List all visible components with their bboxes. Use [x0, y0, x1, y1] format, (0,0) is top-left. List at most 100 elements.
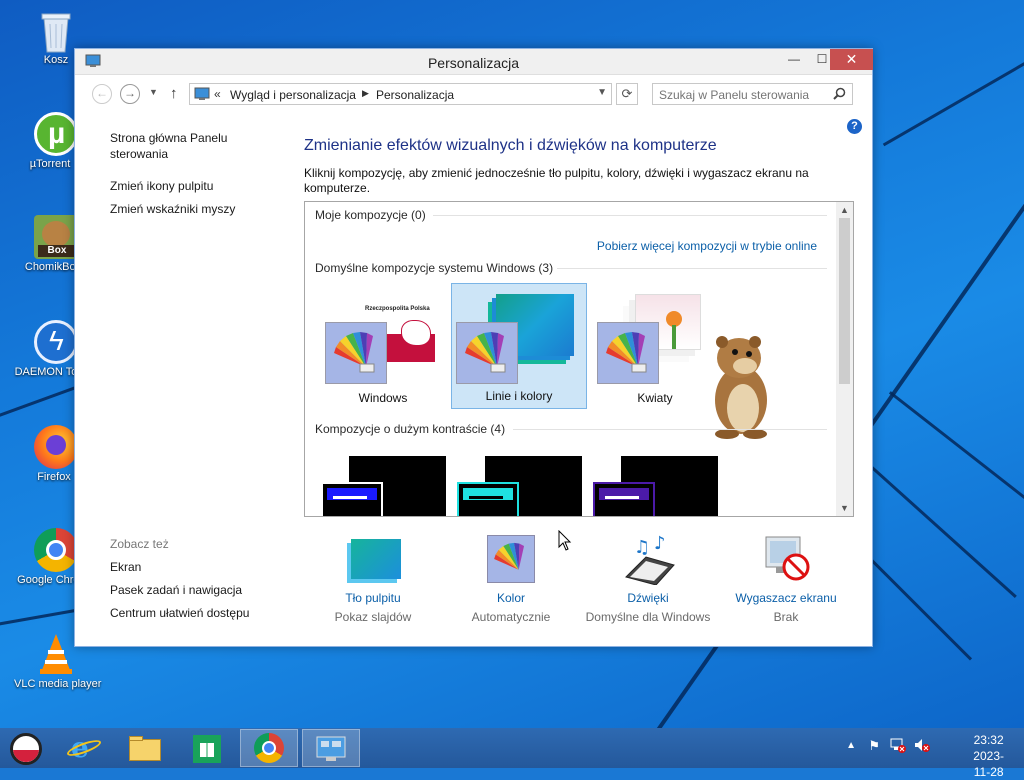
- default-themes-heading: Domyślne kompozycje systemu Windows (3): [315, 261, 554, 275]
- theme-high-contrast-3[interactable]: [593, 456, 718, 516]
- theme-preview: [456, 294, 576, 384]
- breadcrumb-separator-icon[interactable]: ▶: [362, 88, 369, 99]
- screensaver-link[interactable]: Wygaszacz ekranu: [716, 589, 856, 607]
- hc-preview-window: [457, 482, 519, 516]
- group-divider: [513, 429, 827, 430]
- page-heading: Zmienianie efektów wizualnych i dźwięków…: [304, 137, 717, 154]
- theme-flowers[interactable]: Kwiaty: [587, 284, 723, 410]
- breadcrumb-personalization[interactable]: Personalizacja: [376, 88, 454, 102]
- group-divider: [433, 215, 827, 216]
- svg-text:♫: ♫: [634, 537, 650, 558]
- wallpaper-line: [870, 559, 973, 661]
- refresh-button[interactable]: ⟳: [616, 83, 638, 105]
- taskbar-clock[interactable]: 23:32 2023-11-28: [973, 732, 1004, 780]
- theme-high-contrast-2[interactable]: [457, 456, 582, 516]
- scroll-up-arrow-icon[interactable]: ▲: [836, 205, 853, 215]
- group-divider: [557, 268, 827, 269]
- hc-preview-window: [593, 482, 655, 516]
- vlc-icon: [34, 632, 78, 676]
- utorrent-icon: µ: [34, 112, 78, 156]
- control-panel-icon: [316, 736, 346, 761]
- help-icon[interactable]: ?: [847, 119, 862, 134]
- theme-preview: Rzeczpospolita Polska: [325, 294, 439, 384]
- instructions-text: Kliknij kompozycję, aby zmienić jednocze…: [304, 166, 809, 195]
- screensaver-icon: [756, 533, 816, 585]
- desktop-background-value: Pokaz slajdów: [334, 610, 412, 624]
- display-link[interactable]: Ekran: [110, 559, 141, 575]
- svg-text:♪: ♪: [654, 533, 666, 554]
- control-panel-home-link[interactable]: Strona główna Panelu sterowania: [110, 130, 250, 162]
- theme-label: Linie i kolory: [485, 389, 553, 403]
- breadcrumb-appearance[interactable]: Wygląd i personalizacja: [230, 88, 356, 102]
- internet-explorer-icon[interactable]: e: [56, 729, 114, 767]
- control-panel-taskbar-button[interactable]: [302, 729, 360, 767]
- themes-scrollbar[interactable]: ▲ ▼: [836, 202, 853, 516]
- color-value: Automatycznie: [471, 610, 551, 624]
- wallpaper-caption: Rzeczpospolita Polska: [365, 306, 430, 312]
- sounds-setting[interactable]: ♫ ♪ Dźwięki Domyślne dla Windows: [578, 533, 718, 627]
- window-title: Personalizacja: [427, 55, 520, 71]
- close-button[interactable]: ✕: [830, 49, 873, 70]
- color-link[interactable]: Kolor: [441, 589, 581, 607]
- up-button[interactable]: ↑: [170, 85, 178, 102]
- see-also-heading: Zobacz też: [110, 537, 169, 551]
- color-palette-icon: [456, 322, 518, 384]
- theme-lines-and-colors[interactable]: Linie i kolory: [451, 283, 587, 409]
- scroll-thumb[interactable]: [839, 218, 850, 384]
- hamster-mascot-image: [705, 330, 777, 442]
- desktop-background-icon: [343, 533, 403, 585]
- desktop-background-link[interactable]: Tło pulpitu: [303, 589, 443, 607]
- search-box[interactable]: [652, 83, 853, 105]
- taskbar: e ▲ ⚑ 23:32 2023-11-28: [0, 728, 1024, 779]
- change-mouse-pointers-link[interactable]: Zmień wskaźniki myszy: [110, 201, 235, 217]
- search-input[interactable]: [659, 85, 829, 104]
- network-disconnected-icon[interactable]: [890, 737, 906, 753]
- desktop-icon-label: VLC media player: [14, 678, 102, 690]
- firefox-icon: [34, 425, 78, 469]
- address-overflow-chevron[interactable]: «: [214, 87, 221, 101]
- wallpaper-line: [882, 53, 1024, 147]
- clock-time: 23:32: [973, 733, 1004, 747]
- forward-button[interactable]: →: [120, 84, 140, 104]
- sounds-icon: ♫ ♪: [618, 533, 678, 586]
- navigation-bar: ← → ▼ ↑ « Wygląd i personalizacja ▶ Pers…: [75, 75, 872, 111]
- hc-preview-window: [321, 482, 383, 516]
- recycle-bin-icon: [34, 8, 78, 53]
- minimize-button[interactable]: —: [780, 49, 808, 70]
- change-desktop-icons-link[interactable]: Zmień ikony pulpitu: [110, 178, 213, 194]
- personalization-window: Personalizacja — ☐ ✕ ← → ▼ ↑ « Wygląd i …: [74, 48, 873, 647]
- title-bar[interactable]: Personalizacja — ☐ ✕: [75, 49, 873, 75]
- themes-list[interactable]: Moje kompozycje (0) Pobierz więcej kompo…: [304, 201, 854, 517]
- action-center-flag-icon[interactable]: ⚑: [868, 738, 880, 754]
- wallpaper-line: [888, 391, 1024, 529]
- theme-preview: [597, 294, 711, 384]
- chrome-taskbar-button[interactable]: [240, 729, 298, 767]
- color-palette-icon: [481, 533, 541, 585]
- theme-high-contrast-1[interactable]: [321, 456, 446, 516]
- start-button[interactable]: [2, 729, 50, 767]
- file-explorer-icon[interactable]: [116, 729, 174, 767]
- high-contrast-heading: Kompozycje o dużym kontraście (4): [315, 422, 506, 436]
- get-more-themes-link[interactable]: Pobierz więcej kompozycji w trybie onlin…: [597, 239, 817, 253]
- volume-muted-icon[interactable]: [914, 737, 930, 753]
- search-icon[interactable]: [833, 87, 846, 100]
- address-dropdown-icon[interactable]: ▼: [597, 87, 607, 98]
- scroll-down-arrow-icon[interactable]: ▼: [836, 503, 853, 513]
- sounds-link[interactable]: Dźwięki: [578, 589, 718, 607]
- chrome-icon: [254, 733, 284, 763]
- taskbar-navigation-link[interactable]: Pasek zadań i nawigacja: [110, 582, 242, 598]
- ease-of-access-link[interactable]: Centrum ułatwień dostępu: [110, 605, 249, 621]
- chrome-icon: [34, 528, 78, 572]
- show-hidden-icons-chevron-icon[interactable]: ▲: [846, 740, 856, 751]
- control-panel-icon: [194, 87, 210, 100]
- recent-locations-dropdown[interactable]: ▼: [149, 87, 158, 97]
- desktop-background-setting[interactable]: Tło pulpitu Pokaz slajdów: [303, 533, 443, 627]
- theme-windows[interactable]: Rzeczpospolita Polska Windows: [315, 284, 451, 410]
- mouse-cursor-icon: [558, 530, 572, 551]
- store-icon[interactable]: [178, 729, 236, 767]
- color-palette-icon: [325, 322, 387, 384]
- clock-date: 2023-11-28: [973, 749, 1004, 779]
- address-bar[interactable]: « Wygląd i personalizacja ▶ Personalizac…: [189, 83, 612, 105]
- screensaver-setting[interactable]: Wygaszacz ekranu Brak: [716, 533, 856, 627]
- back-button[interactable]: ←: [92, 84, 112, 104]
